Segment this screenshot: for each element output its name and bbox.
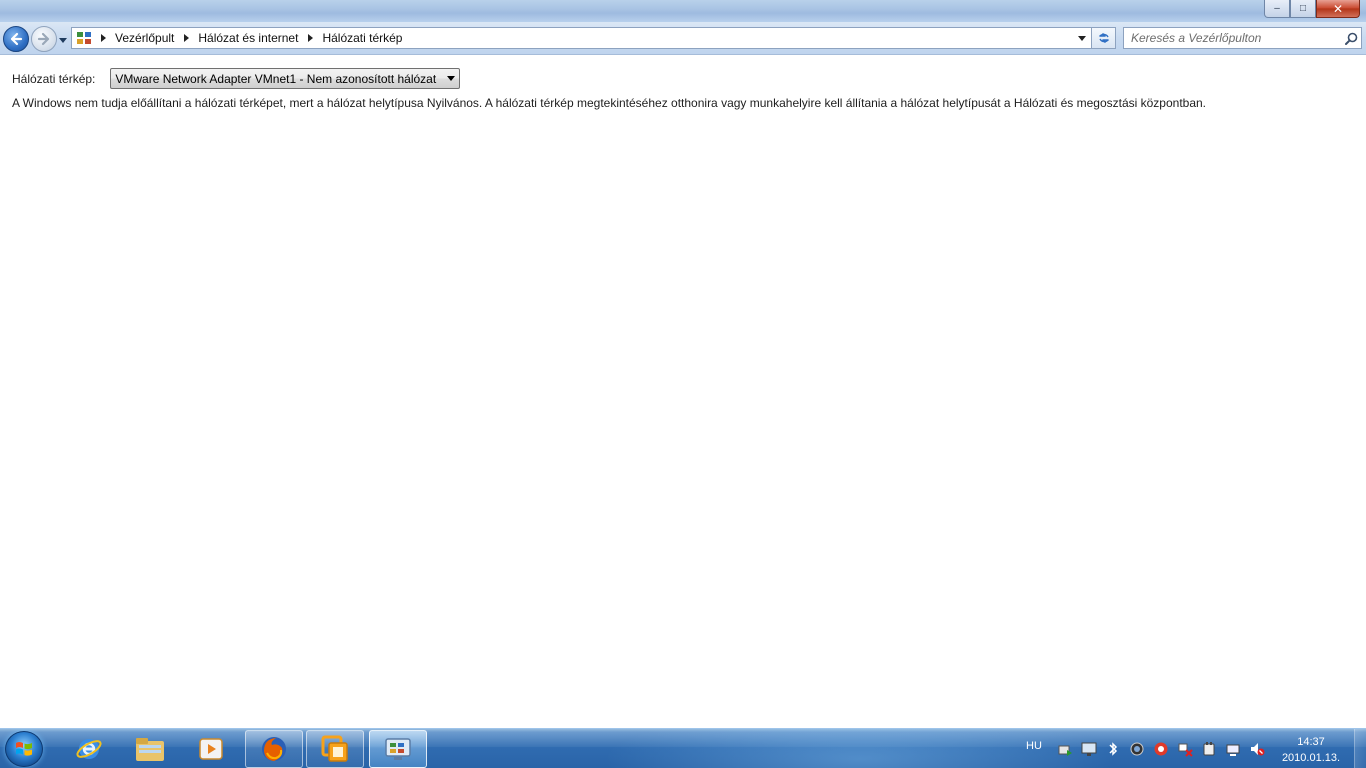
internet-explorer-icon — [76, 739, 102, 759]
chevron-down-icon — [59, 37, 67, 43]
chevron-down-icon — [443, 69, 459, 88]
refresh-button[interactable] — [1092, 27, 1116, 49]
chevron-down-icon — [1078, 35, 1086, 41]
main-content: Hálózati térkép: VMware Network Adapter … — [0, 56, 1366, 728]
network-map-select[interactable]: VMware Network Adapter VMnet1 - Nem azon… — [110, 68, 461, 89]
maximize-button[interactable]: □ — [1290, 0, 1316, 18]
tray-safely-remove-icon[interactable] — [1056, 741, 1074, 757]
tray-bluetooth-icon[interactable] — [1104, 741, 1122, 757]
tray-action-center-icon[interactable] — [1224, 741, 1242, 757]
tray-camera-icon[interactable] — [1128, 741, 1146, 757]
clock-time: 14:37 — [1297, 736, 1325, 748]
taskbar: HU 14:37 2010.01.13. — [0, 728, 1366, 768]
back-button[interactable] — [3, 26, 29, 52]
tray-antivirus-icon[interactable] — [1152, 741, 1170, 757]
search-icon — [1344, 32, 1357, 45]
recent-pages-dropdown[interactable] — [58, 35, 68, 45]
taskbar-firefox[interactable] — [245, 730, 303, 768]
network-map-row: Hálózati térkép: VMware Network Adapter … — [12, 68, 461, 89]
language-indicator[interactable]: HU — [1026, 740, 1042, 752]
breadcrumb-halozati-terkep[interactable]: Hálózati térkép — [318, 31, 406, 45]
network-map-selected-value: VMware Network Adapter VMnet1 - Nem azon… — [115, 71, 437, 86]
navigation-bar: Vezérlőpult Hálózat és internet Hálózati… — [0, 22, 1366, 55]
breadcrumb-vezerlopult[interactable]: Vezérlőpult — [111, 31, 178, 45]
search-button[interactable] — [1341, 28, 1361, 48]
breadcrumb-halozat-es-internet[interactable]: Hálózat és internet — [194, 31, 302, 45]
minimize-button[interactable]: ‒ — [1264, 0, 1290, 18]
start-button[interactable] — [5, 731, 43, 767]
media-player-icon — [199, 738, 223, 760]
breadcrumb-separator[interactable] — [302, 28, 318, 48]
taskbar-media-player[interactable] — [182, 730, 240, 768]
taskbar-vmware[interactable] — [306, 730, 364, 768]
clock-date: 2010.01.13. — [1281, 752, 1341, 764]
tray-volume-muted-icon[interactable] — [1248, 741, 1266, 757]
windows-explorer-icon — [136, 738, 164, 761]
refresh-icon — [1098, 33, 1109, 43]
breadcrumb-separator[interactable] — [178, 28, 194, 48]
breadcrumb-separator[interactable] — [95, 28, 111, 48]
search-input[interactable] — [1124, 31, 1341, 45]
close-button[interactable]: ✕ — [1316, 0, 1360, 18]
address-bar[interactable]: Vezérlőpult Hálózat és internet Hálózati… — [71, 27, 1092, 49]
address-history-dropdown[interactable] — [1073, 28, 1091, 48]
back-arrow-icon — [10, 32, 23, 46]
firefox-icon — [262, 737, 286, 761]
title-bar: ‒ □ ✕ — [0, 0, 1366, 22]
control-panel-icon — [385, 738, 411, 760]
taskbar-windows-explorer[interactable] — [121, 730, 179, 768]
forward-arrow-icon — [37, 32, 50, 46]
search-box[interactable] — [1123, 27, 1362, 49]
tray-network-disconnected-icon[interactable] — [1176, 741, 1194, 757]
system-clock[interactable]: 14:37 2010.01.13. — [1278, 734, 1344, 766]
taskbar-internet-explorer[interactable] — [60, 730, 118, 768]
window-controls: ‒ □ ✕ — [1264, 0, 1360, 18]
windows-logo-icon — [16, 742, 32, 756]
network-map-info-message: A Windows nem tudja előállítani a hálóza… — [12, 96, 1207, 110]
tray-monitor-icon[interactable] — [1080, 741, 1098, 757]
control-panel-icon — [73, 28, 95, 48]
show-desktop-button[interactable] — [1354, 729, 1366, 768]
taskbar-control-panel[interactable] — [369, 730, 427, 768]
network-map-label: Hálózati térkép: — [12, 71, 96, 86]
vmware-icon — [321, 735, 348, 762]
tray-device-icon[interactable] — [1200, 741, 1218, 757]
forward-button[interactable] — [31, 26, 57, 52]
